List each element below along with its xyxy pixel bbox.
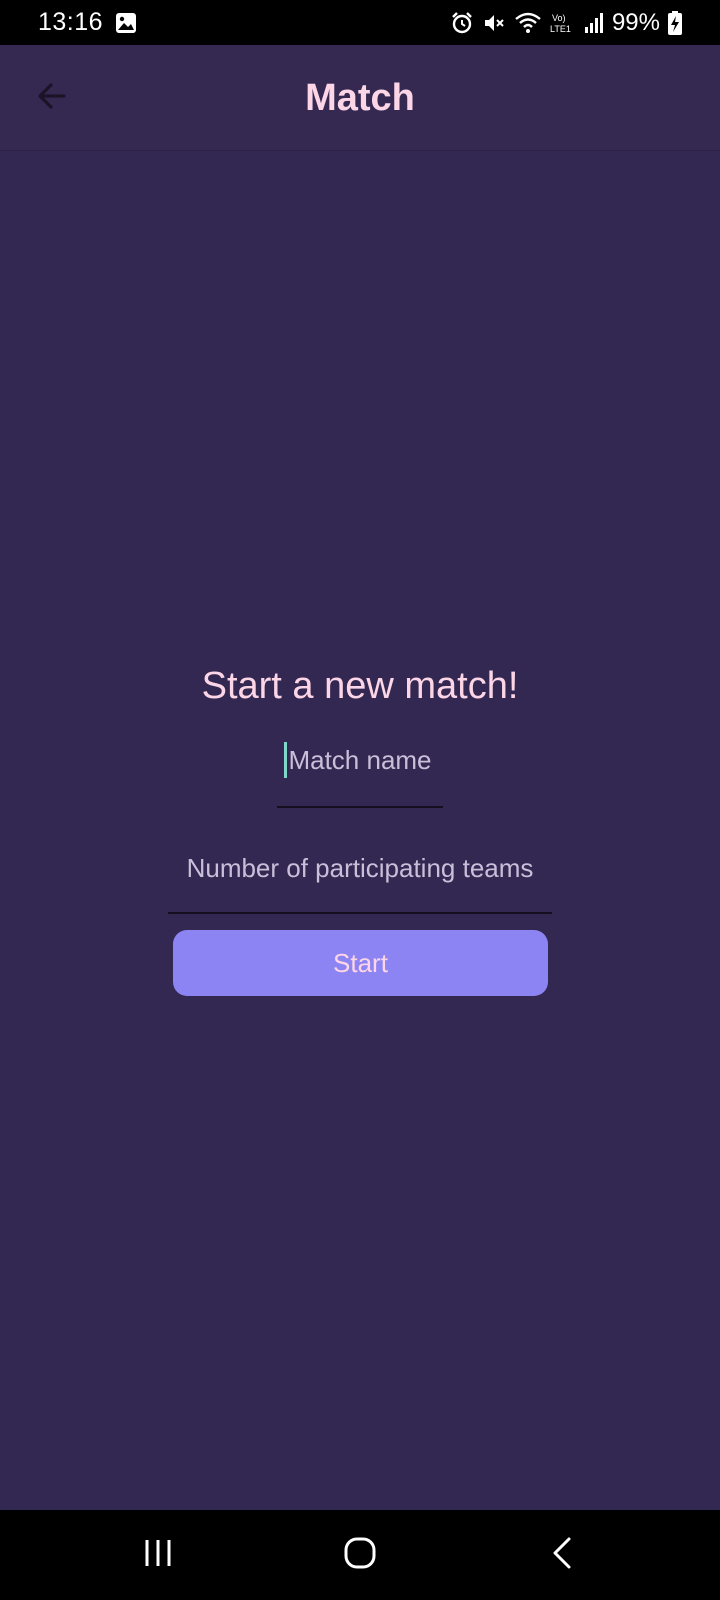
svg-text:LTE1: LTE1	[550, 24, 571, 34]
teams-count-input[interactable]	[168, 838, 552, 898]
svg-text:Vo): Vo)	[552, 13, 566, 23]
status-bar: 13:16 Vo) LTE1 99%	[0, 0, 720, 45]
form-heading: Start a new match!	[201, 665, 519, 707]
battery-percent: 99%	[611, 8, 660, 36]
home-icon	[343, 1536, 377, 1575]
lte-icon: Vo) LTE1	[550, 11, 576, 35]
system-back-button[interactable]	[502, 1510, 622, 1600]
page-title: Match	[305, 76, 415, 119]
status-right: Vo) LTE1 99%	[450, 9, 682, 37]
match-name-input[interactable]	[277, 730, 443, 790]
gallery-icon	[115, 12, 137, 34]
back-icon	[547, 1536, 577, 1575]
alarm-icon	[450, 11, 474, 35]
match-name-field[interactable]	[277, 730, 443, 808]
battery-charging-icon	[668, 10, 682, 35]
teams-field[interactable]	[168, 838, 552, 914]
text-caret	[284, 742, 287, 778]
wifi-icon	[514, 11, 542, 35]
app-bar: Match	[0, 45, 720, 151]
status-left: 13:16	[38, 8, 137, 37]
recent-apps-icon	[142, 1537, 174, 1574]
home-button[interactable]	[300, 1510, 420, 1600]
recent-apps-button[interactable]	[98, 1510, 218, 1600]
mute-icon	[482, 11, 506, 35]
status-time: 13:16	[38, 8, 104, 36]
start-button[interactable]: Start	[173, 930, 548, 996]
signal-icon	[584, 12, 604, 34]
nav-bar	[0, 1510, 720, 1600]
